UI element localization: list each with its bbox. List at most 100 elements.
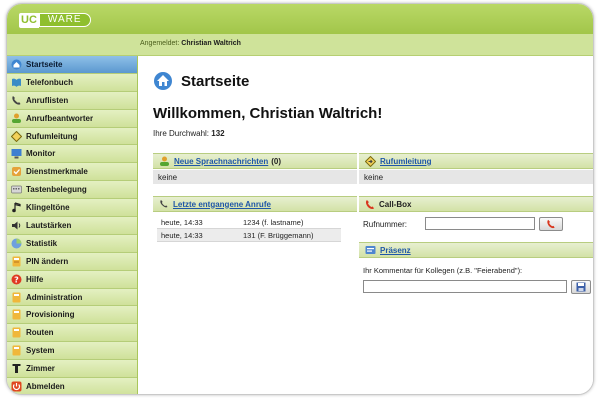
sidebar-item-logout[interactable]: Abmelden — [7, 378, 137, 394]
welcome-heading: Willkommen, Christian Waltrich! — [153, 105, 383, 122]
sidebar-item-volume[interactable]: Lautstärken — [7, 217, 137, 235]
monitor-icon — [11, 148, 22, 159]
call-caller: 1234 (f. lastname) — [243, 217, 304, 227]
sidebar-item-label: Hilfe — [26, 274, 44, 284]
keys-icon — [11, 184, 22, 195]
logo-ware: WARE — [38, 13, 91, 27]
logged-in-info: Angemeldet: Christian Waltrich — [140, 40, 241, 47]
room-icon — [11, 363, 22, 374]
logged-in-user: Christian Waltrich — [181, 40, 241, 47]
sidebar: Startseite Telefonbuch Anruflisten Anrufbea… — [7, 56, 138, 394]
ucware-logo: UC WARE — [19, 12, 91, 28]
save-comment-button[interactable] — [571, 280, 591, 294]
sidebar-item-label: Routen — [26, 328, 54, 338]
statistics-icon — [11, 238, 22, 249]
call-time: heute, 14:33 — [161, 230, 203, 240]
sidebar-item-home[interactable]: Startseite — [7, 56, 137, 74]
phonebook-icon — [11, 77, 22, 88]
svg-text:?: ? — [14, 275, 19, 284]
sidebar-item-label: System — [26, 346, 55, 356]
table-row: heute, 14:33 131 (F. Brüggemann) — [157, 229, 341, 242]
help-icon: ? — [11, 274, 22, 285]
callbox-title: Call-Box — [379, 199, 412, 209]
voicemail-link[interactable]: Neue Sprachnachrichten — [174, 157, 268, 166]
main-content: Startseite Willkommen, Christian Waltric… — [139, 57, 593, 394]
sidebar-item-label: Monitor — [26, 149, 56, 159]
sidebar-item-label: Zimmer — [26, 364, 55, 374]
app-window: UC WARE Angemeldet: Christian Waltrich St… — [6, 3, 594, 395]
sidebar-item-label: Startseite — [26, 59, 63, 69]
admin-icon — [11, 292, 22, 303]
voicemail-section-header: Neue Sprachnachrichten (0) — [153, 153, 357, 169]
sidebar-item-routes[interactable]: Routen — [7, 324, 137, 343]
sidebar-item-monitor[interactable]: Monitor — [7, 145, 137, 164]
ringtone-icon — [11, 202, 22, 213]
voicemail-count: (0) — [271, 156, 282, 166]
call-caller: 131 (F. Brüggemann) — [243, 230, 314, 240]
system-icon — [11, 345, 22, 356]
missed-calls-table: heute, 14:33 1234 (f. lastname) heute, 14… — [157, 216, 341, 242]
pin-icon — [11, 256, 22, 267]
sidebar-item-label: Rufumleitung — [26, 131, 78, 141]
top-bar: UC WARE — [7, 4, 593, 34]
presence-link[interactable]: Präsenz — [380, 246, 411, 255]
voicemail-value: keine — [153, 170, 357, 184]
missed-calls-section-header: Letzte entgangene Anrufe — [153, 196, 357, 212]
page-header: Startseite — [153, 71, 249, 91]
table-row: heute, 14:33 1234 (f. lastname) — [157, 216, 341, 229]
features-icon — [11, 166, 22, 177]
status-bar: Angemeldet: Christian Waltrich — [7, 34, 593, 56]
presence-icon — [365, 246, 376, 254]
sidebar-item-label: Lautstärken — [26, 220, 72, 230]
forwarding-value: keine — [359, 170, 593, 184]
sidebar-item-phonebook[interactable]: Telefonbuch — [7, 73, 137, 92]
page-title: Startseite — [181, 72, 250, 90]
callbox-number-input[interactable] — [425, 217, 535, 230]
routes-icon — [11, 327, 22, 338]
sidebar-item-features[interactable]: Dienstmerkmale — [7, 163, 137, 182]
callbox-section-header: Call-Box — [359, 196, 593, 212]
sidebar-item-admin[interactable]: Administration — [7, 288, 137, 307]
sidebar-item-provisioning[interactable]: Provisioning — [7, 306, 137, 325]
forwarding-link[interactable]: Rufumleitung — [380, 157, 432, 166]
sidebar-item-call-list[interactable]: Anruflisten — [7, 91, 137, 110]
sidebar-item-label: Klingeltöne — [26, 203, 70, 213]
sidebar-item-keys[interactable]: Tastenbelegung — [7, 181, 137, 200]
home-icon — [11, 59, 22, 70]
phone-icon — [365, 199, 374, 209]
presence-comment-label: Ihr Kommentar für Kollegen (z.B. "Feiera… — [363, 265, 523, 275]
dial-phone-icon — [547, 219, 555, 229]
logo-uc: UC — [19, 12, 39, 28]
sidebar-item-statistics[interactable]: Statistik — [7, 234, 137, 253]
sidebar-item-label: Tastenbelegung — [26, 185, 87, 195]
sidebar-item-forward[interactable]: Rufumleitung — [7, 127, 137, 146]
voicemail-icon — [11, 113, 22, 124]
sidebar-item-room[interactable]: Zimmer — [7, 360, 137, 379]
sidebar-item-help[interactable]: ? Hilfe — [7, 270, 137, 289]
presence-comment-input[interactable] — [363, 280, 567, 293]
sidebar-item-label: PIN ändern — [26, 256, 69, 266]
callbox-number-label: Rufnummer: — [363, 219, 408, 229]
call-list-icon — [11, 95, 22, 106]
sidebar-item-ringtone[interactable]: Klingeltöne — [7, 199, 137, 218]
sidebar-item-system[interactable]: System — [7, 342, 137, 361]
forward-icon — [11, 130, 22, 142]
sidebar-item-label: Dienstmerkmale — [26, 167, 88, 177]
missed-calls-link[interactable]: Letzte entgangene Anrufe — [173, 200, 271, 209]
forward-icon — [365, 155, 376, 167]
extension-info: Ihre Durchwahl: 132 — [153, 129, 225, 138]
presence-section-header: Präsenz — [359, 242, 593, 258]
sidebar-item-label: Statistik — [26, 238, 58, 248]
sidebar-item-label: Administration — [26, 292, 83, 302]
sidebar-item-voicemail[interactable]: Anrufbeantworter — [7, 109, 137, 128]
sidebar-item-label: Telefonbuch — [26, 77, 73, 87]
provisioning-icon — [11, 309, 22, 320]
dial-button[interactable] — [539, 217, 563, 231]
sidebar-item-pin[interactable]: PIN ändern — [7, 252, 137, 271]
logged-in-label: Angemeldet: — [140, 40, 180, 47]
voicemail-icon — [160, 156, 169, 166]
logout-icon — [11, 381, 22, 392]
save-icon — [576, 282, 586, 292]
forwarding-section-header: Rufumleitung — [359, 153, 593, 169]
sidebar-item-label: Anruflisten — [26, 95, 69, 105]
